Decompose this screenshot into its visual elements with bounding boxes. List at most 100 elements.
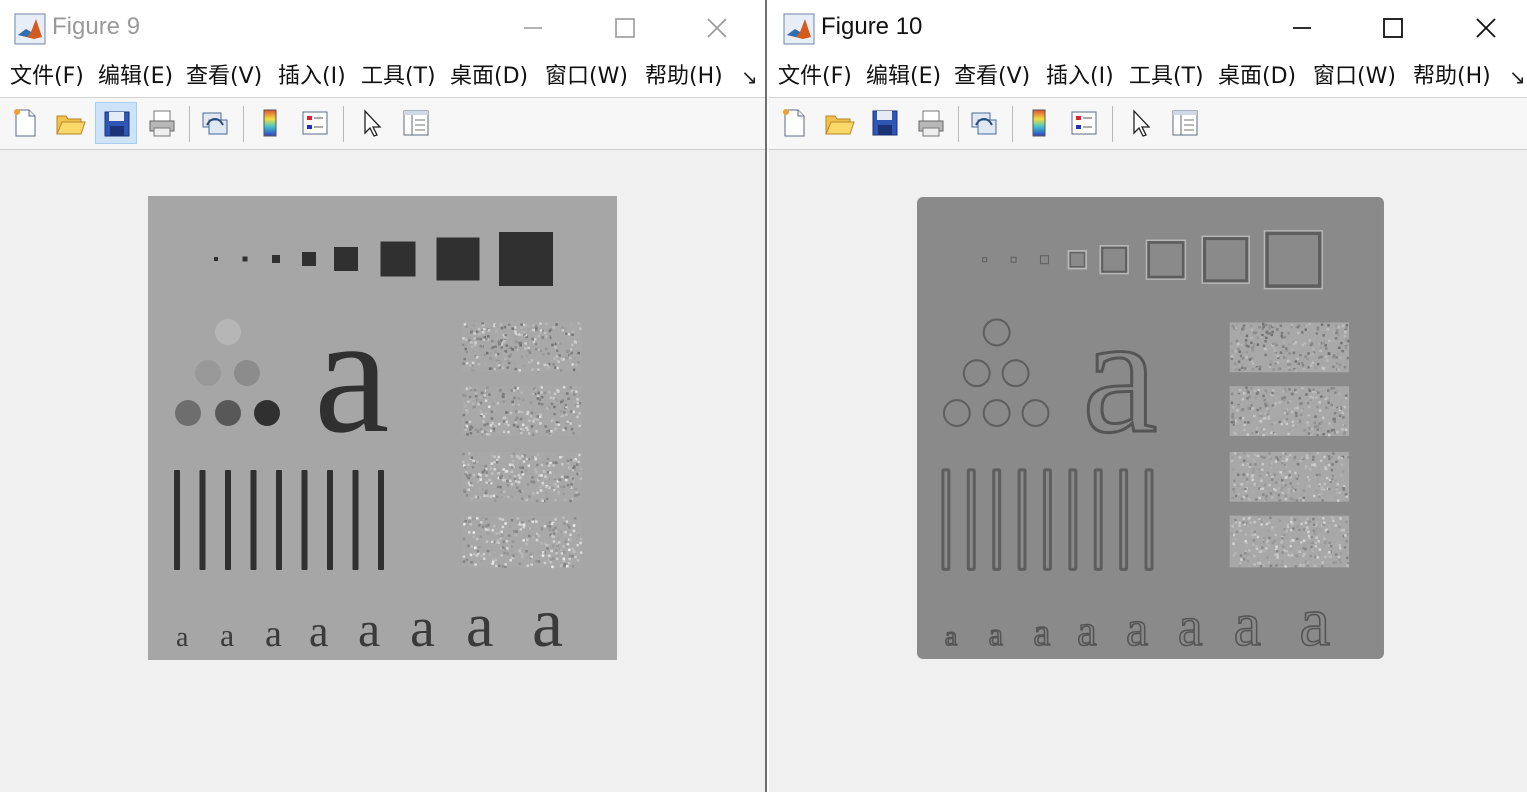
save-figure-button[interactable] xyxy=(864,102,906,144)
noise-speck xyxy=(1327,455,1331,458)
minimize-button[interactable] xyxy=(510,8,556,48)
noise-speck xyxy=(1271,528,1274,532)
noise-speck xyxy=(559,455,562,459)
noise-speck xyxy=(496,460,499,464)
menu-window[interactable]: 窗口(W) xyxy=(545,62,628,92)
edit-plot-button[interactable] xyxy=(351,102,393,144)
save-figure-button[interactable] xyxy=(95,102,137,144)
menu-insert[interactable]: 插入(I) xyxy=(1046,62,1114,92)
menu-view[interactable]: 查看(V) xyxy=(186,62,262,92)
insert-colorbar-button[interactable] xyxy=(1018,102,1060,144)
close-button[interactable] xyxy=(1463,8,1509,48)
noise-speck xyxy=(471,361,475,365)
insert-colorbar-button[interactable] xyxy=(249,102,291,144)
noise-speck xyxy=(1262,417,1265,420)
maximize-button[interactable] xyxy=(602,8,648,48)
noise-speck xyxy=(508,463,512,467)
close-button[interactable] xyxy=(694,8,740,48)
insert-legend-button[interactable] xyxy=(294,102,336,144)
menu-file[interactable]: 文件(F) xyxy=(778,62,852,92)
link-plot-button[interactable] xyxy=(963,102,1005,144)
noise-speck xyxy=(526,538,529,542)
property-inspector-button[interactable] xyxy=(395,102,437,144)
noise-speck xyxy=(1305,454,1309,457)
noise-speck xyxy=(519,547,523,550)
menu-tools[interactable]: 工具(T) xyxy=(1129,62,1204,92)
noise-speck xyxy=(1290,392,1294,396)
noise-speck xyxy=(567,397,570,400)
property-inspector-button[interactable] xyxy=(1164,102,1206,144)
menu-tools[interactable]: 工具(T) xyxy=(361,62,436,92)
menu-help[interactable]: 帮助(H) xyxy=(1413,62,1491,92)
menu-edit[interactable]: 编辑(E) xyxy=(98,62,173,92)
noise-speck xyxy=(1316,451,1320,455)
noise-speck xyxy=(555,542,559,546)
print-figure-button[interactable] xyxy=(141,102,183,144)
window-title: Figure 10 xyxy=(821,13,923,40)
title-bar[interactable]: Figure 9 xyxy=(0,0,765,56)
noise-speck xyxy=(1258,367,1261,371)
menu-overflow-icon[interactable]: ↘ xyxy=(1509,65,1526,89)
open-file-button[interactable] xyxy=(818,102,860,144)
print-figure-button[interactable] xyxy=(910,102,952,144)
noise-speck xyxy=(532,517,535,521)
noise-speck xyxy=(1338,491,1341,495)
noise-speck xyxy=(1291,420,1295,424)
title-bar[interactable]: Figure 10 xyxy=(769,0,1527,56)
noise-speck xyxy=(536,395,540,398)
noise-speck xyxy=(1332,452,1335,455)
menu-insert[interactable]: 插入(I) xyxy=(278,62,346,92)
menu-desktop[interactable]: 桌面(D) xyxy=(450,62,528,92)
noise-speck xyxy=(555,557,559,561)
noise-speck xyxy=(1276,556,1279,559)
image-axes[interactable]: aa a a a a a a a xyxy=(917,197,1384,659)
menu-help[interactable]: 帮助(H) xyxy=(645,62,723,92)
noise-speck xyxy=(1291,498,1295,501)
noise-speck xyxy=(1344,330,1347,334)
noise-speck xyxy=(1293,468,1297,471)
noise-speck xyxy=(556,554,560,558)
noise-speck xyxy=(578,453,581,457)
minimize-button[interactable] xyxy=(1279,8,1325,48)
menu-file[interactable]: 文件(F) xyxy=(10,62,84,92)
test-circle xyxy=(215,400,241,426)
noise-speck xyxy=(535,559,538,563)
noise-speck xyxy=(1285,422,1289,426)
maximize-button[interactable] xyxy=(1370,8,1416,48)
noise-speck xyxy=(1317,495,1321,498)
noise-speck xyxy=(1245,350,1249,354)
noise-speck xyxy=(506,347,510,351)
noise-speck xyxy=(511,348,514,351)
image-axes[interactable]: aa a a a a a a a xyxy=(148,196,617,660)
menu-view[interactable]: 查看(V) xyxy=(954,62,1030,92)
noise-speck xyxy=(1327,339,1331,343)
noise-speck xyxy=(465,361,469,365)
noise-speck xyxy=(1313,425,1317,428)
open-file-button[interactable] xyxy=(49,102,91,144)
noise-speck xyxy=(506,484,510,487)
new-figure-button[interactable] xyxy=(4,102,46,144)
insert-legend-button[interactable] xyxy=(1063,102,1105,144)
noise-speck xyxy=(534,388,537,391)
noise-speck xyxy=(565,520,569,523)
link-plot-button[interactable] xyxy=(194,102,236,144)
noise-speck xyxy=(542,353,545,356)
edit-plot-button[interactable] xyxy=(1120,102,1162,144)
noise-speck xyxy=(1258,358,1262,361)
noise-speck xyxy=(575,363,578,367)
menu-desktop[interactable]: 桌面(D) xyxy=(1218,62,1296,92)
menu-overflow-icon[interactable]: ↘ xyxy=(741,65,758,89)
noise-speck xyxy=(1296,357,1300,361)
menu-edit[interactable]: 编辑(E) xyxy=(866,62,941,92)
noise-speck xyxy=(542,460,546,464)
noise-speck xyxy=(476,360,480,363)
new-figure-button[interactable] xyxy=(773,102,815,144)
noise-speck xyxy=(572,431,575,435)
menu-window[interactable]: 窗口(W) xyxy=(1313,62,1396,92)
noise-speck xyxy=(1268,324,1271,327)
noise-speck xyxy=(549,558,552,561)
noise-speck xyxy=(1317,540,1320,543)
noise-speck xyxy=(474,563,477,566)
noise-speck xyxy=(558,354,561,357)
noise-speck xyxy=(1235,324,1238,327)
